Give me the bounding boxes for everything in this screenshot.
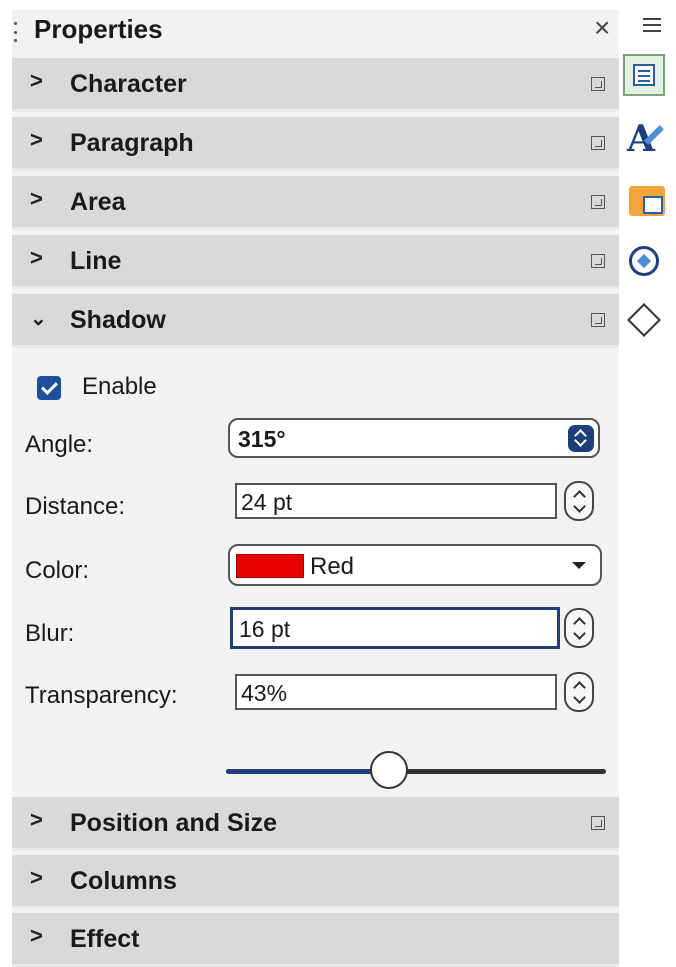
chevron-right-icon: > [30, 186, 43, 211]
blur-value: 16 pt [239, 616, 291, 642]
sidebar-tab-bar: A [620, 0, 676, 962]
slider-fill [226, 769, 390, 774]
slider-thumb[interactable] [370, 751, 409, 789]
properties-tab[interactable] [623, 54, 665, 96]
shadow-content: Enable Angle: 315° Distance: 24 pt Color… [12, 352, 619, 797]
color-swatch [236, 554, 304, 578]
section-character[interactable]: > Character [12, 58, 619, 112]
chevron-right-icon: > [30, 865, 43, 890]
color-label: Color: [25, 557, 90, 584]
enable-checkbox[interactable] [37, 376, 61, 400]
color-select[interactable]: Red [228, 544, 602, 586]
section-label: Effect [70, 925, 140, 953]
close-icon[interactable]: × [594, 12, 610, 44]
transparency-value: 43% [241, 680, 288, 706]
section-effect[interactable]: > Effect [12, 913, 619, 967]
more-options-icon[interactable] [591, 195, 605, 209]
enable-label: Enable [82, 373, 157, 400]
stepper-down-icon[interactable] [573, 500, 586, 513]
properties-panel: Properties × > Character > Paragraph > A… [12, 10, 619, 967]
blur-stepper[interactable] [564, 608, 594, 648]
gallery-icon [629, 186, 665, 216]
section-label: Paragraph [70, 129, 194, 157]
chevron-right-icon: > [30, 127, 43, 152]
panel-titlebar: Properties × [12, 10, 619, 48]
more-options-icon[interactable] [591, 254, 605, 268]
gallery-tab[interactable] [623, 180, 665, 222]
distance-stepper[interactable] [564, 481, 594, 521]
more-options-icon[interactable] [591, 136, 605, 150]
color-value: Red [310, 553, 355, 580]
chevron-right-icon: > [30, 807, 43, 832]
navigator-tab[interactable] [623, 240, 665, 282]
transparency-label: Transparency: [25, 682, 178, 709]
section-position-and-size[interactable]: > Position and Size [12, 797, 619, 851]
section-label: Character [70, 70, 187, 98]
properties-icon [633, 64, 655, 86]
transparency-slider[interactable] [226, 749, 606, 795]
section-area[interactable]: > Area [12, 176, 619, 230]
select-arrows-icon[interactable] [568, 425, 594, 452]
section-label: Line [70, 247, 122, 275]
blur-label: Blur: [25, 620, 75, 647]
transparency-field[interactable]: 43% [235, 674, 557, 710]
dropdown-caret-icon [572, 562, 586, 569]
hamburger-menu-icon[interactable] [643, 18, 661, 32]
chevron-right-icon: > [30, 245, 43, 270]
shapes-tab[interactable] [623, 300, 665, 342]
drag-grip-icon[interactable] [14, 22, 17, 42]
stepper-down-icon[interactable] [573, 691, 586, 704]
angle-label: Angle: [25, 431, 94, 458]
angle-select[interactable]: 315° [228, 418, 600, 458]
distance-label: Distance: [25, 493, 126, 520]
chevron-right-icon: > [30, 923, 43, 948]
chevron-right-icon: > [30, 68, 43, 93]
distance-field[interactable]: 24 pt [235, 483, 557, 519]
stepper-down-icon[interactable] [573, 627, 586, 640]
styles-icon: A [627, 118, 664, 160]
transparency-stepper[interactable] [564, 672, 594, 712]
navigator-icon [629, 246, 659, 276]
section-label: Columns [70, 867, 177, 895]
panel-title: Properties [34, 14, 163, 44]
section-columns[interactable]: > Columns [12, 855, 619, 909]
blur-field[interactable]: 16 pt [230, 607, 560, 649]
section-line[interactable]: > Line [12, 235, 619, 289]
angle-value: 315° [238, 426, 286, 452]
section-label: Area [70, 188, 126, 216]
shapes-icon [627, 303, 661, 337]
section-shadow[interactable]: ⌄ Shadow [12, 294, 619, 348]
styles-tab[interactable]: A [623, 118, 665, 160]
more-options-icon[interactable] [591, 313, 605, 327]
more-options-icon[interactable] [591, 77, 605, 91]
more-options-icon[interactable] [591, 816, 605, 830]
distance-value: 24 pt [241, 489, 293, 515]
section-paragraph[interactable]: > Paragraph [12, 117, 619, 171]
chevron-down-icon: ⌄ [30, 308, 47, 330]
section-label: Position and Size [70, 809, 277, 837]
section-label: Shadow [70, 306, 166, 334]
